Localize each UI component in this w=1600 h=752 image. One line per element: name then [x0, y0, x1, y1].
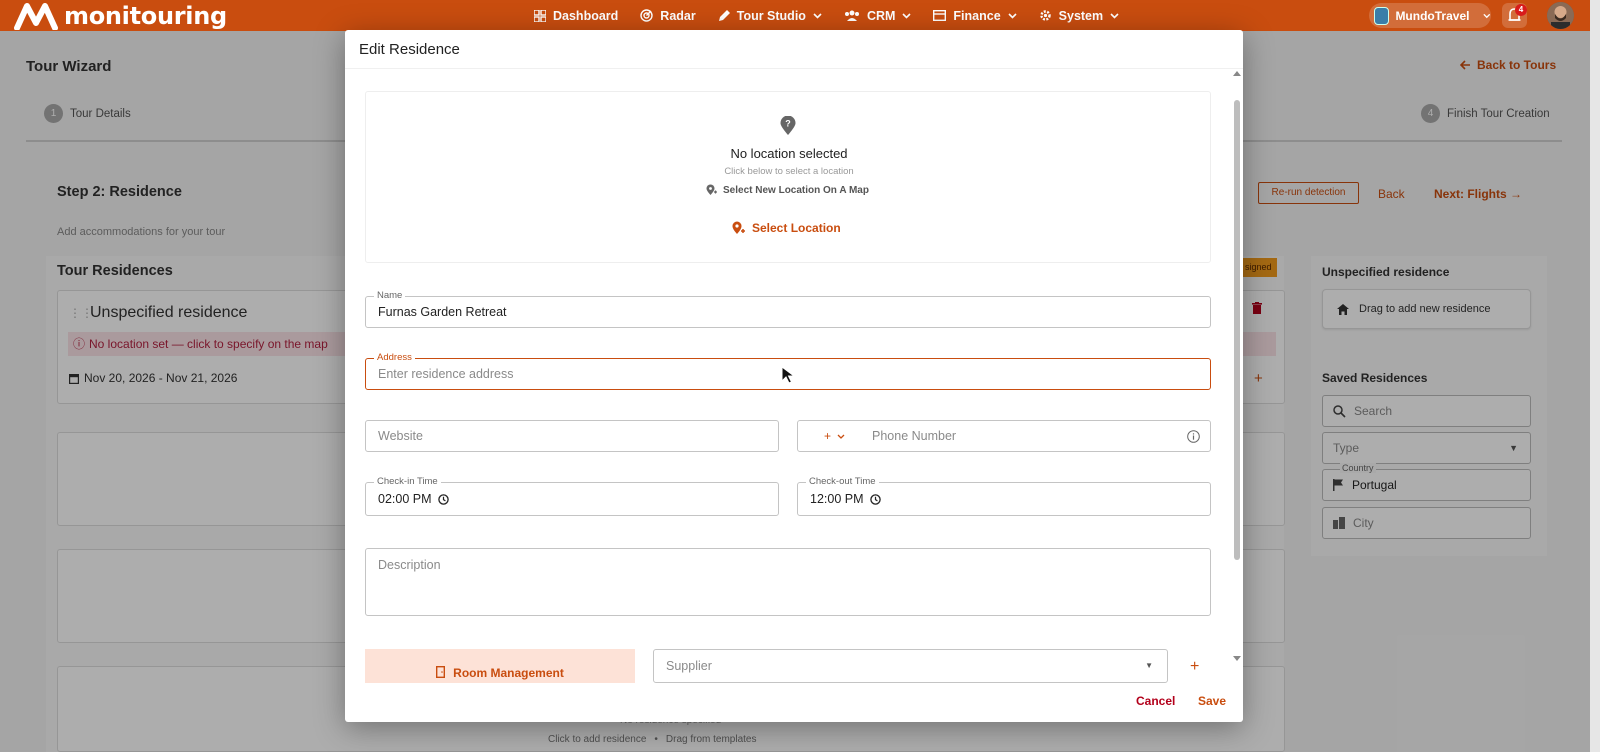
- nav-finance-label: Finance: [953, 8, 1001, 23]
- select-location-label: Select Location: [752, 221, 841, 235]
- main-nav: Dashboard Radar Tour Studio CRM Finance …: [534, 0, 1119, 31]
- nav-system-label: System: [1058, 8, 1104, 23]
- scroll-up-icon[interactable]: [1231, 68, 1243, 78]
- people-icon: [844, 10, 859, 21]
- notifications-button[interactable]: 4: [1502, 3, 1527, 28]
- add-supplier-button[interactable]: +: [1190, 658, 1199, 676]
- location-question-icon: ?: [780, 116, 796, 136]
- address-label: Address: [374, 352, 415, 364]
- map-pin-icon: [706, 184, 717, 195]
- info-icon[interactable]: [1187, 430, 1200, 443]
- dialog-title: Edit Residence: [359, 41, 460, 58]
- website-field[interactable]: Website: [365, 420, 779, 452]
- no-location-text: No location selected: [730, 146, 848, 161]
- nav-crm[interactable]: CRM: [844, 9, 911, 23]
- logo-mark-icon: [14, 2, 58, 30]
- add-location-icon: [732, 221, 745, 234]
- name-label: Name: [374, 290, 406, 302]
- nav-tour-studio-label: Tour Studio: [736, 8, 806, 23]
- account-switcher[interactable]: MundoTravel: [1369, 3, 1491, 28]
- user-avatar[interactable]: [1547, 2, 1574, 29]
- location-hint: Click below to select a location: [724, 166, 854, 177]
- chevron-down-icon: [902, 12, 911, 19]
- chevron-down-icon: [837, 434, 845, 439]
- room-management-button[interactable]: Room Management: [365, 649, 635, 683]
- dialog-scrollbar[interactable]: [1231, 68, 1243, 668]
- wallet-icon: [933, 10, 947, 21]
- nav-radar-label: Radar: [660, 8, 696, 23]
- chevron-down-icon: [1483, 13, 1491, 18]
- nav-finance[interactable]: Finance: [933, 8, 1017, 23]
- select-location-button[interactable]: Select Location: [732, 221, 841, 235]
- grid-icon: [534, 9, 546, 22]
- phone-field[interactable]: + Phone Number: [797, 420, 1211, 452]
- save-button[interactable]: Save: [1198, 694, 1226, 708]
- website-placeholder: Website: [378, 429, 423, 443]
- supplier-select[interactable]: Supplier ▼: [653, 649, 1168, 683]
- checkout-field[interactable]: Check-out Time 12:00 PM: [797, 476, 1211, 516]
- avatar-image: [1547, 2, 1574, 29]
- logo-text: monitouring: [64, 2, 227, 30]
- gear-icon: [1039, 10, 1051, 21]
- nav-tour-studio[interactable]: Tour Studio: [718, 9, 822, 23]
- door-icon: [436, 666, 446, 678]
- phone-placeholder: Phone Number: [872, 429, 957, 443]
- caret-down-icon: ▼: [1145, 661, 1153, 670]
- description-field[interactable]: Description: [365, 548, 1211, 616]
- mouse-cursor-icon: [781, 366, 796, 384]
- nav-dashboard[interactable]: Dashboard: [534, 9, 618, 23]
- pen-icon: [718, 9, 730, 21]
- dialog-scrollbar-thumb[interactable]: [1234, 100, 1240, 560]
- chevron-down-icon: [1008, 12, 1017, 19]
- country-code-select[interactable]: +: [824, 429, 872, 443]
- nav-crm-label: CRM: [866, 8, 896, 23]
- address-placeholder: Enter residence address: [378, 367, 514, 381]
- cancel-button[interactable]: Cancel: [1136, 694, 1175, 708]
- checkout-label: Check-out Time: [806, 476, 879, 488]
- supplier-placeholder: Supplier: [666, 659, 712, 673]
- svg-text:?: ?: [785, 119, 791, 129]
- name-value: Furnas Garden Retreat: [378, 305, 507, 319]
- select-on-map-option[interactable]: Select New Location On A Map: [706, 184, 869, 196]
- chevron-down-icon: [1110, 12, 1119, 19]
- scroll-down-icon[interactable]: [1231, 654, 1243, 664]
- select-on-map-label: Select New Location On A Map: [723, 184, 869, 196]
- name-field[interactable]: Name Furnas Garden Retreat: [365, 290, 1211, 328]
- chevron-down-icon: [813, 12, 822, 19]
- nav-dashboard-label: Dashboard: [553, 8, 619, 23]
- checkin-value: 02:00 PM: [378, 492, 432, 506]
- description-placeholder: Description: [378, 558, 441, 572]
- clock-icon[interactable]: [437, 493, 449, 505]
- room-management-label: Room Management: [453, 666, 564, 680]
- location-picker: ? No location selected Click below to se…: [365, 91, 1211, 263]
- top-navbar: monitouring Dashboard Radar Tour Studio …: [0, 0, 1590, 31]
- page-scrollbar[interactable]: [1590, 0, 1600, 752]
- nav-radar[interactable]: Radar: [640, 8, 696, 23]
- notification-count: 4: [1515, 4, 1527, 16]
- radar-icon: [640, 9, 653, 22]
- account-name: MundoTravel: [1395, 8, 1470, 23]
- app-logo[interactable]: monitouring: [14, 2, 227, 30]
- checkout-value: 12:00 PM: [810, 492, 864, 506]
- country-code-prefix: +: [824, 429, 832, 443]
- nav-system[interactable]: System: [1039, 9, 1119, 23]
- company-logo-icon: [1374, 6, 1390, 25]
- checkin-field[interactable]: Check-in Time 02:00 PM: [365, 476, 779, 516]
- clock-icon[interactable]: [869, 493, 881, 505]
- checkin-label: Check-in Time: [374, 476, 441, 488]
- dialog-divider: [345, 68, 1243, 69]
